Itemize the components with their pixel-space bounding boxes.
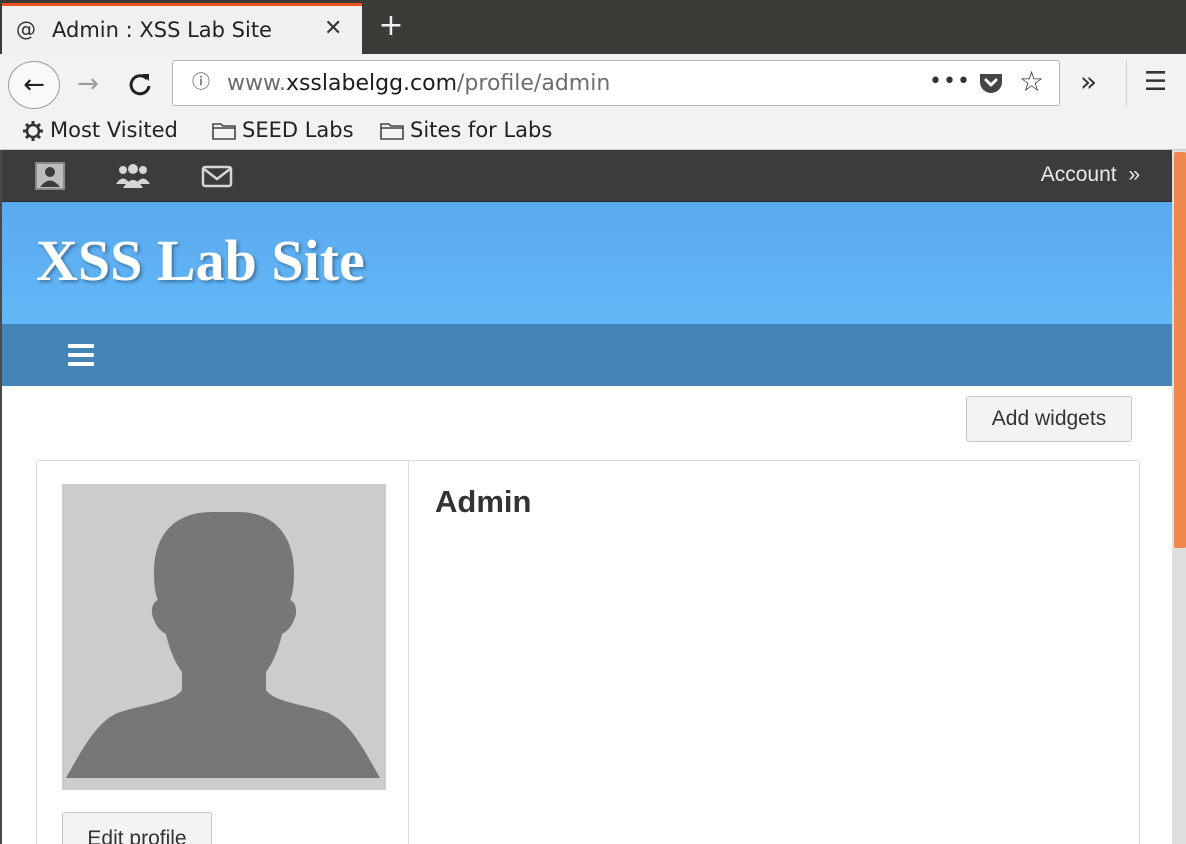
browser-tab[interactable]: @ Admin : XSS Lab Site ✕ — [2, 3, 362, 54]
edit-profile-button[interactable]: Edit profile — [62, 812, 212, 844]
site-header: XSS Lab Site — [2, 202, 1172, 324]
overflow-menu-icon[interactable]: » — [1080, 66, 1097, 98]
bookmarks-toolbar: Most Visited SEED Labs Sites for Labs — [0, 112, 1186, 150]
bookmark-label: Most Visited — [50, 118, 178, 142]
url-text[interactable]: www.xsslabelgg.com/profile/admin — [227, 71, 610, 97]
url-host: xsslabelgg.com — [285, 71, 458, 96]
close-tab-icon[interactable]: ✕ — [324, 16, 342, 42]
bookmark-seed-labs[interactable]: SEED Labs — [212, 117, 354, 143]
new-tab-button[interactable]: + — [374, 8, 408, 44]
gear-icon — [23, 121, 43, 141]
toolbar-divider — [1126, 60, 1127, 106]
profile-panel: Edit profile Admin — [36, 460, 1140, 844]
default-avatar-silhouette — [66, 512, 380, 778]
browser-tab-strip: @ Admin : XSS Lab Site ✕ + — [0, 0, 1186, 54]
address-bar[interactable]: ⓘ www.xsslabelgg.com/profile/admin ••• ☆ — [172, 60, 1060, 106]
folder-icon — [212, 123, 236, 140]
bookmark-most-visited[interactable]: Most Visited — [22, 117, 178, 143]
account-label: Account — [1040, 163, 1117, 186]
site-menu-bar — [2, 324, 1172, 386]
bookmark-label: Sites for Labs — [410, 118, 553, 142]
browser-menu-icon[interactable]: ☰ — [1144, 66, 1167, 98]
profile-name: Admin — [435, 484, 532, 519]
folder-icon — [380, 123, 404, 140]
profile-owner-block: Edit profile — [37, 461, 409, 844]
browser-toolbar: ← → ⓘ www.xsslabelgg.com/profile/admin •… — [0, 54, 1186, 112]
page-actions-icon[interactable]: ••• — [929, 67, 971, 97]
at-sign-icon: @ — [16, 17, 36, 41]
messages-icon[interactable] — [201, 162, 233, 190]
forward-button[interactable]: → — [70, 66, 106, 102]
account-menu-link[interactable]: Account » — [1041, 162, 1140, 188]
tab-title: Admin : XSS Lab Site — [52, 18, 272, 42]
bookmark-star-icon[interactable]: ☆ — [1019, 65, 1044, 99]
bookmark-label: SEED Labs — [242, 118, 354, 142]
pocket-icon[interactable] — [978, 71, 1004, 95]
info-icon[interactable]: ⓘ — [189, 71, 213, 95]
url-path: /profile/admin — [457, 71, 611, 96]
chevron-right-icon: » — [1128, 163, 1140, 186]
reload-button[interactable] — [122, 66, 158, 102]
site-topbar: Account » — [2, 150, 1172, 202]
avatar[interactable] — [62, 484, 386, 790]
web-page: Account » XSS Lab Site Add widgets Edit … — [0, 150, 1172, 844]
bookmark-sites-for-labs[interactable]: Sites for Labs — [380, 117, 552, 143]
site-title[interactable]: XSS Lab Site — [36, 226, 365, 296]
reload-icon — [129, 74, 151, 96]
profile-icon[interactable] — [35, 162, 65, 190]
add-widgets-button[interactable]: Add widgets — [966, 396, 1132, 442]
hamburger-icon[interactable] — [68, 344, 94, 366]
back-button[interactable]: ← — [8, 61, 60, 109]
url-prefix: www. — [227, 71, 286, 96]
friends-icon[interactable] — [115, 162, 151, 190]
scrollbar-thumb[interactable] — [1174, 152, 1186, 548]
